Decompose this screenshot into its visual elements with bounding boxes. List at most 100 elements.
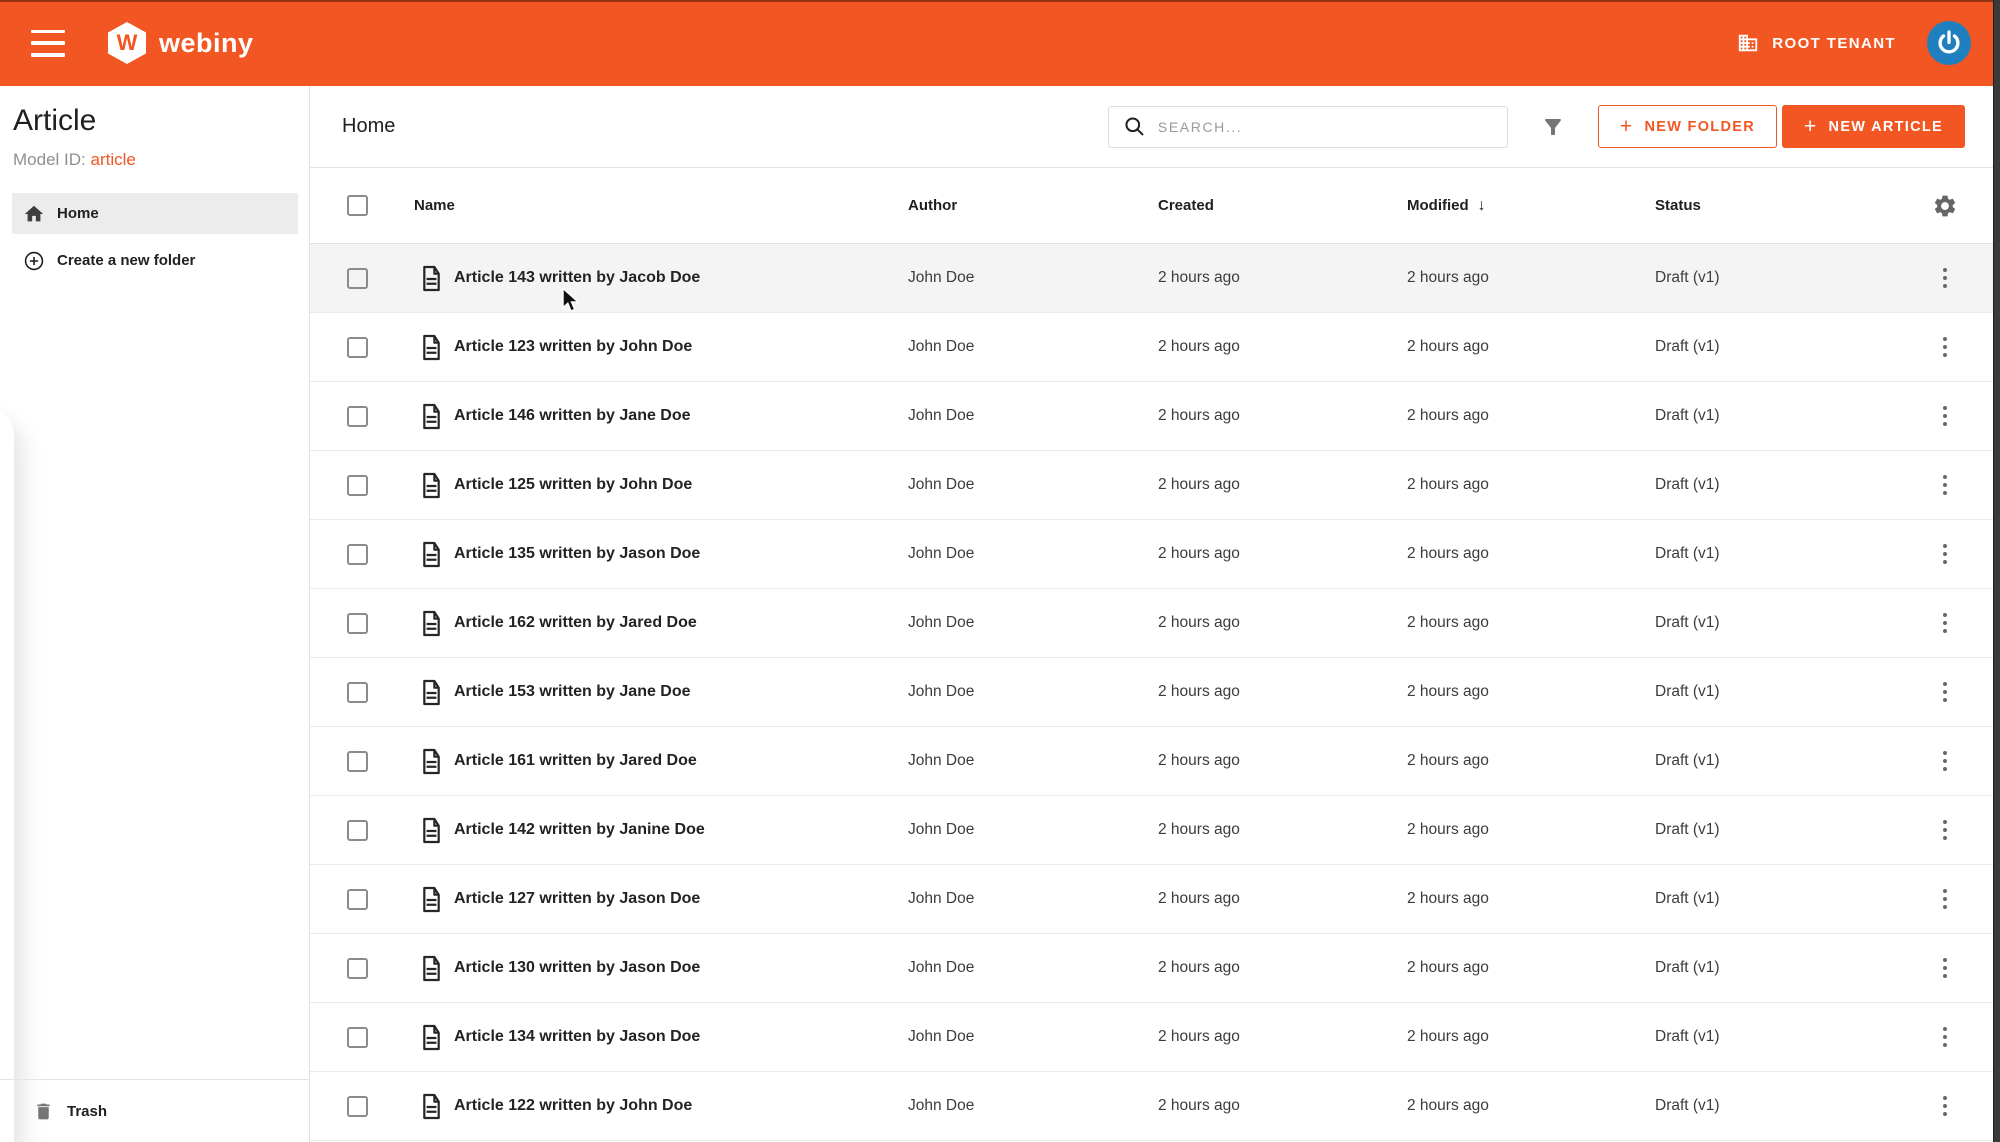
row-modified: 2 hours ago bbox=[1407, 752, 1489, 769]
row-modified: 2 hours ago bbox=[1407, 821, 1489, 838]
kebab-menu-icon[interactable] bbox=[1935, 607, 1956, 640]
new-article-label: NEW ARTICLE bbox=[1828, 118, 1943, 135]
building-icon bbox=[1737, 32, 1759, 54]
kebab-menu-icon[interactable] bbox=[1935, 1090, 1956, 1123]
row-checkbox[interactable] bbox=[347, 474, 368, 496]
main-content: Home + NEW FOLDER + NEW ARTICLE Na bbox=[310, 86, 2000, 1142]
kebab-menu-icon[interactable] bbox=[1935, 1021, 1956, 1054]
row-status: Draft (v1) bbox=[1655, 407, 1720, 424]
table-row[interactable]: Article 161 written by Jared Doe John Do… bbox=[310, 727, 1993, 796]
row-checkbox[interactable] bbox=[347, 819, 368, 841]
user-avatar[interactable] bbox=[1927, 21, 1971, 65]
row-checkbox[interactable] bbox=[347, 681, 368, 703]
row-name: Article 122 written by John Doe bbox=[454, 1097, 693, 1114]
column-header-name[interactable]: Name bbox=[414, 168, 908, 243]
kebab-menu-icon[interactable] bbox=[1935, 676, 1956, 709]
row-checkbox[interactable] bbox=[347, 888, 368, 910]
row-status: Draft (v1) bbox=[1655, 821, 1720, 838]
document-icon bbox=[420, 748, 443, 775]
table-row[interactable]: Article 162 written by Jared Doe John Do… bbox=[310, 589, 1993, 658]
row-modified: 2 hours ago bbox=[1407, 1028, 1489, 1045]
row-author: John Doe bbox=[908, 890, 975, 907]
sidebar-item-trash[interactable]: Trash bbox=[0, 1079, 309, 1142]
kebab-menu-icon[interactable] bbox=[1935, 538, 1956, 571]
row-status: Draft (v1) bbox=[1655, 338, 1720, 355]
model-id: Model ID: article bbox=[13, 150, 136, 170]
row-checkbox[interactable] bbox=[347, 336, 368, 358]
tenant-label: ROOT TENANT bbox=[1772, 34, 1896, 52]
table-row[interactable]: Article 153 written by Jane Doe John Doe… bbox=[310, 658, 1993, 727]
model-id-value[interactable]: article bbox=[90, 150, 135, 169]
kebab-menu-icon[interactable] bbox=[1935, 331, 1956, 364]
row-status: Draft (v1) bbox=[1655, 683, 1720, 700]
plus-icon: + bbox=[1619, 114, 1634, 138]
row-status: Draft (v1) bbox=[1655, 545, 1720, 562]
row-status: Draft (v1) bbox=[1655, 752, 1720, 769]
create-folder-label: Create a new folder bbox=[57, 252, 196, 269]
row-checkbox[interactable] bbox=[347, 957, 368, 979]
row-checkbox[interactable] bbox=[347, 405, 368, 427]
table-row[interactable]: Article 127 written by Jason Doe John Do… bbox=[310, 865, 1993, 934]
plus-icon: + bbox=[1803, 114, 1818, 138]
content-header: Home + NEW FOLDER + NEW ARTICLE bbox=[310, 86, 2000, 168]
kebab-menu-icon[interactable] bbox=[1935, 469, 1956, 502]
row-checkbox[interactable] bbox=[347, 1026, 368, 1048]
table-row[interactable]: Article 135 written by Jason Doe John Do… bbox=[310, 520, 1993, 589]
column-header-created[interactable]: Created bbox=[1158, 168, 1407, 243]
row-name: Article 161 written by Jared Doe bbox=[454, 752, 697, 769]
row-checkbox[interactable] bbox=[347, 267, 368, 289]
document-icon bbox=[420, 610, 443, 637]
row-created: 2 hours ago bbox=[1158, 752, 1240, 769]
sidebar-item-home[interactable]: Home bbox=[12, 193, 298, 234]
power-gravatar-icon bbox=[1934, 28, 1964, 58]
kebab-menu-icon[interactable] bbox=[1935, 262, 1956, 295]
document-icon bbox=[420, 817, 443, 844]
kebab-menu-icon[interactable] bbox=[1935, 883, 1956, 916]
table-row[interactable]: Article 143 written by Jacob Doe John Do… bbox=[310, 244, 1993, 313]
row-name: Article 162 written by Jared Doe bbox=[454, 614, 697, 631]
create-folder-button[interactable]: Create a new folder bbox=[12, 240, 298, 281]
row-created: 2 hours ago bbox=[1158, 1097, 1240, 1114]
column-header-modified[interactable]: Modified ↓ bbox=[1407, 168, 1655, 243]
kebab-menu-icon[interactable] bbox=[1935, 400, 1956, 433]
document-icon bbox=[420, 886, 443, 913]
row-checkbox[interactable] bbox=[347, 750, 368, 772]
row-modified: 2 hours ago bbox=[1407, 338, 1489, 355]
table-body: Article 143 written by Jacob Doe John Do… bbox=[310, 244, 2000, 1141]
row-checkbox[interactable] bbox=[347, 543, 368, 565]
row-created: 2 hours ago bbox=[1158, 545, 1240, 562]
row-checkbox[interactable] bbox=[347, 612, 368, 634]
new-article-button[interactable]: + NEW ARTICLE bbox=[1781, 105, 1965, 148]
table-row[interactable]: Article 125 written by John Doe John Doe… bbox=[310, 451, 1993, 520]
row-name: Article 153 written by Jane Doe bbox=[454, 683, 691, 700]
new-folder-label: NEW FOLDER bbox=[1644, 118, 1755, 135]
kebab-menu-icon[interactable] bbox=[1935, 952, 1956, 985]
table-row[interactable]: Article 122 written by John Doe John Doe… bbox=[310, 1072, 1993, 1141]
document-icon bbox=[420, 472, 443, 499]
vertical-scrollbar[interactable] bbox=[1993, 0, 2000, 1142]
row-status: Draft (v1) bbox=[1655, 890, 1720, 907]
row-checkbox[interactable] bbox=[347, 1095, 368, 1117]
row-status: Draft (v1) bbox=[1655, 614, 1720, 631]
column-header-status[interactable]: Status bbox=[1655, 168, 1908, 243]
sort-desc-icon: ↓ bbox=[1477, 196, 1486, 214]
select-all-checkbox[interactable] bbox=[347, 195, 368, 216]
row-author: John Doe bbox=[908, 821, 975, 838]
hamburger-menu-icon[interactable] bbox=[31, 29, 65, 57]
row-modified: 2 hours ago bbox=[1407, 890, 1489, 907]
filter-button[interactable] bbox=[1540, 114, 1566, 140]
new-folder-button[interactable]: + NEW FOLDER bbox=[1597, 105, 1777, 148]
document-icon bbox=[420, 1093, 443, 1120]
webiny-logo[interactable]: W bbox=[108, 22, 146, 64]
search-input[interactable] bbox=[1157, 106, 1507, 147]
kebab-menu-icon[interactable] bbox=[1935, 745, 1956, 778]
tenant-selector[interactable]: ROOT TENANT bbox=[1737, 32, 1896, 54]
column-header-author[interactable]: Author bbox=[908, 168, 1158, 243]
table-row[interactable]: Article 146 written by Jane Doe John Doe… bbox=[310, 382, 1993, 451]
table-row[interactable]: Article 142 written by Janine Doe John D… bbox=[310, 796, 1993, 865]
table-settings-button[interactable] bbox=[1908, 168, 1993, 243]
kebab-menu-icon[interactable] bbox=[1935, 814, 1956, 847]
table-row[interactable]: Article 130 written by Jason Doe John Do… bbox=[310, 934, 1993, 1003]
table-row[interactable]: Article 123 written by John Doe John Doe… bbox=[310, 313, 1993, 382]
table-row[interactable]: Article 134 written by Jason Doe John Do… bbox=[310, 1003, 1993, 1072]
